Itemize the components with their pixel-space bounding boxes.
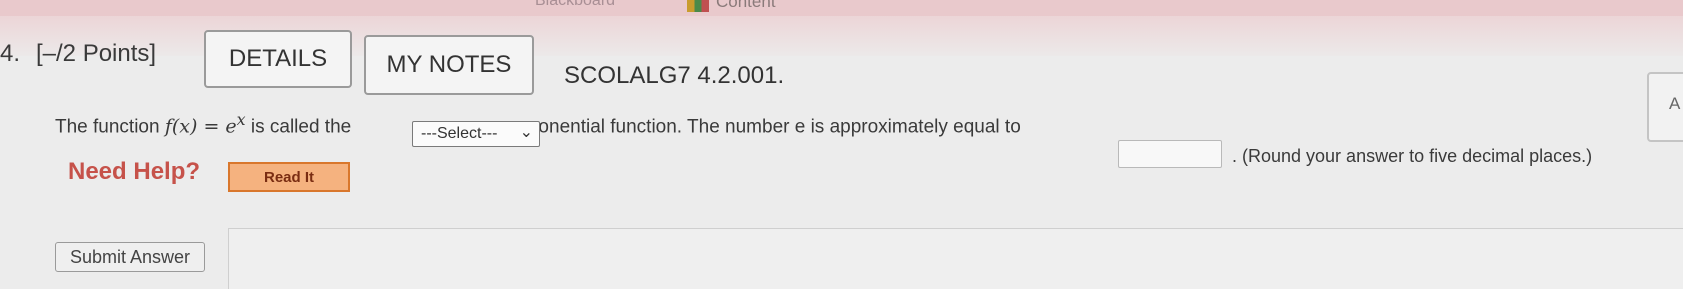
round-instruction: . (Round your answer to five decimal pla… [1232,146,1593,166]
question-header: 4. [–/2 Points] DETAILS MY NOTES SCOLALG… [0,28,1683,98]
chevron-down-icon: ⌄ [519,124,533,141]
answer-area-panel [228,228,1683,289]
side-tab[interactable]: A [1647,72,1683,142]
e-approximation-input[interactable] [1118,140,1222,168]
exponential-type-select[interactable]: ---Select--- ⌄ [412,121,540,147]
need-help-label: Need Help? [68,158,201,185]
side-tab-label: A [1669,94,1681,113]
select-value: ---Select--- [421,125,498,142]
text-before-function: The function [55,116,165,138]
my-notes-button[interactable]: MY NOTES [364,35,534,95]
read-it-button[interactable]: Read It [228,162,350,192]
text-after-function: is called the [245,116,352,138]
bookmark-content[interactable]: Content [716,0,776,12]
function-exponent: x [236,110,246,129]
submit-answer-button[interactable]: Submit Answer [55,242,205,272]
text-middle: exponential function. The number e is ap… [507,116,1021,138]
bookmark-blackboard[interactable]: Blackboard [535,0,615,10]
question-number: 4. [0,40,21,67]
function-expression: f(x) = e [164,115,237,138]
content-icon [687,0,709,12]
question-points: [–/2 Points] [36,40,157,67]
details-button[interactable]: DETAILS [204,30,352,88]
question-code: SCOLALG7 4.2.001. [564,62,785,89]
